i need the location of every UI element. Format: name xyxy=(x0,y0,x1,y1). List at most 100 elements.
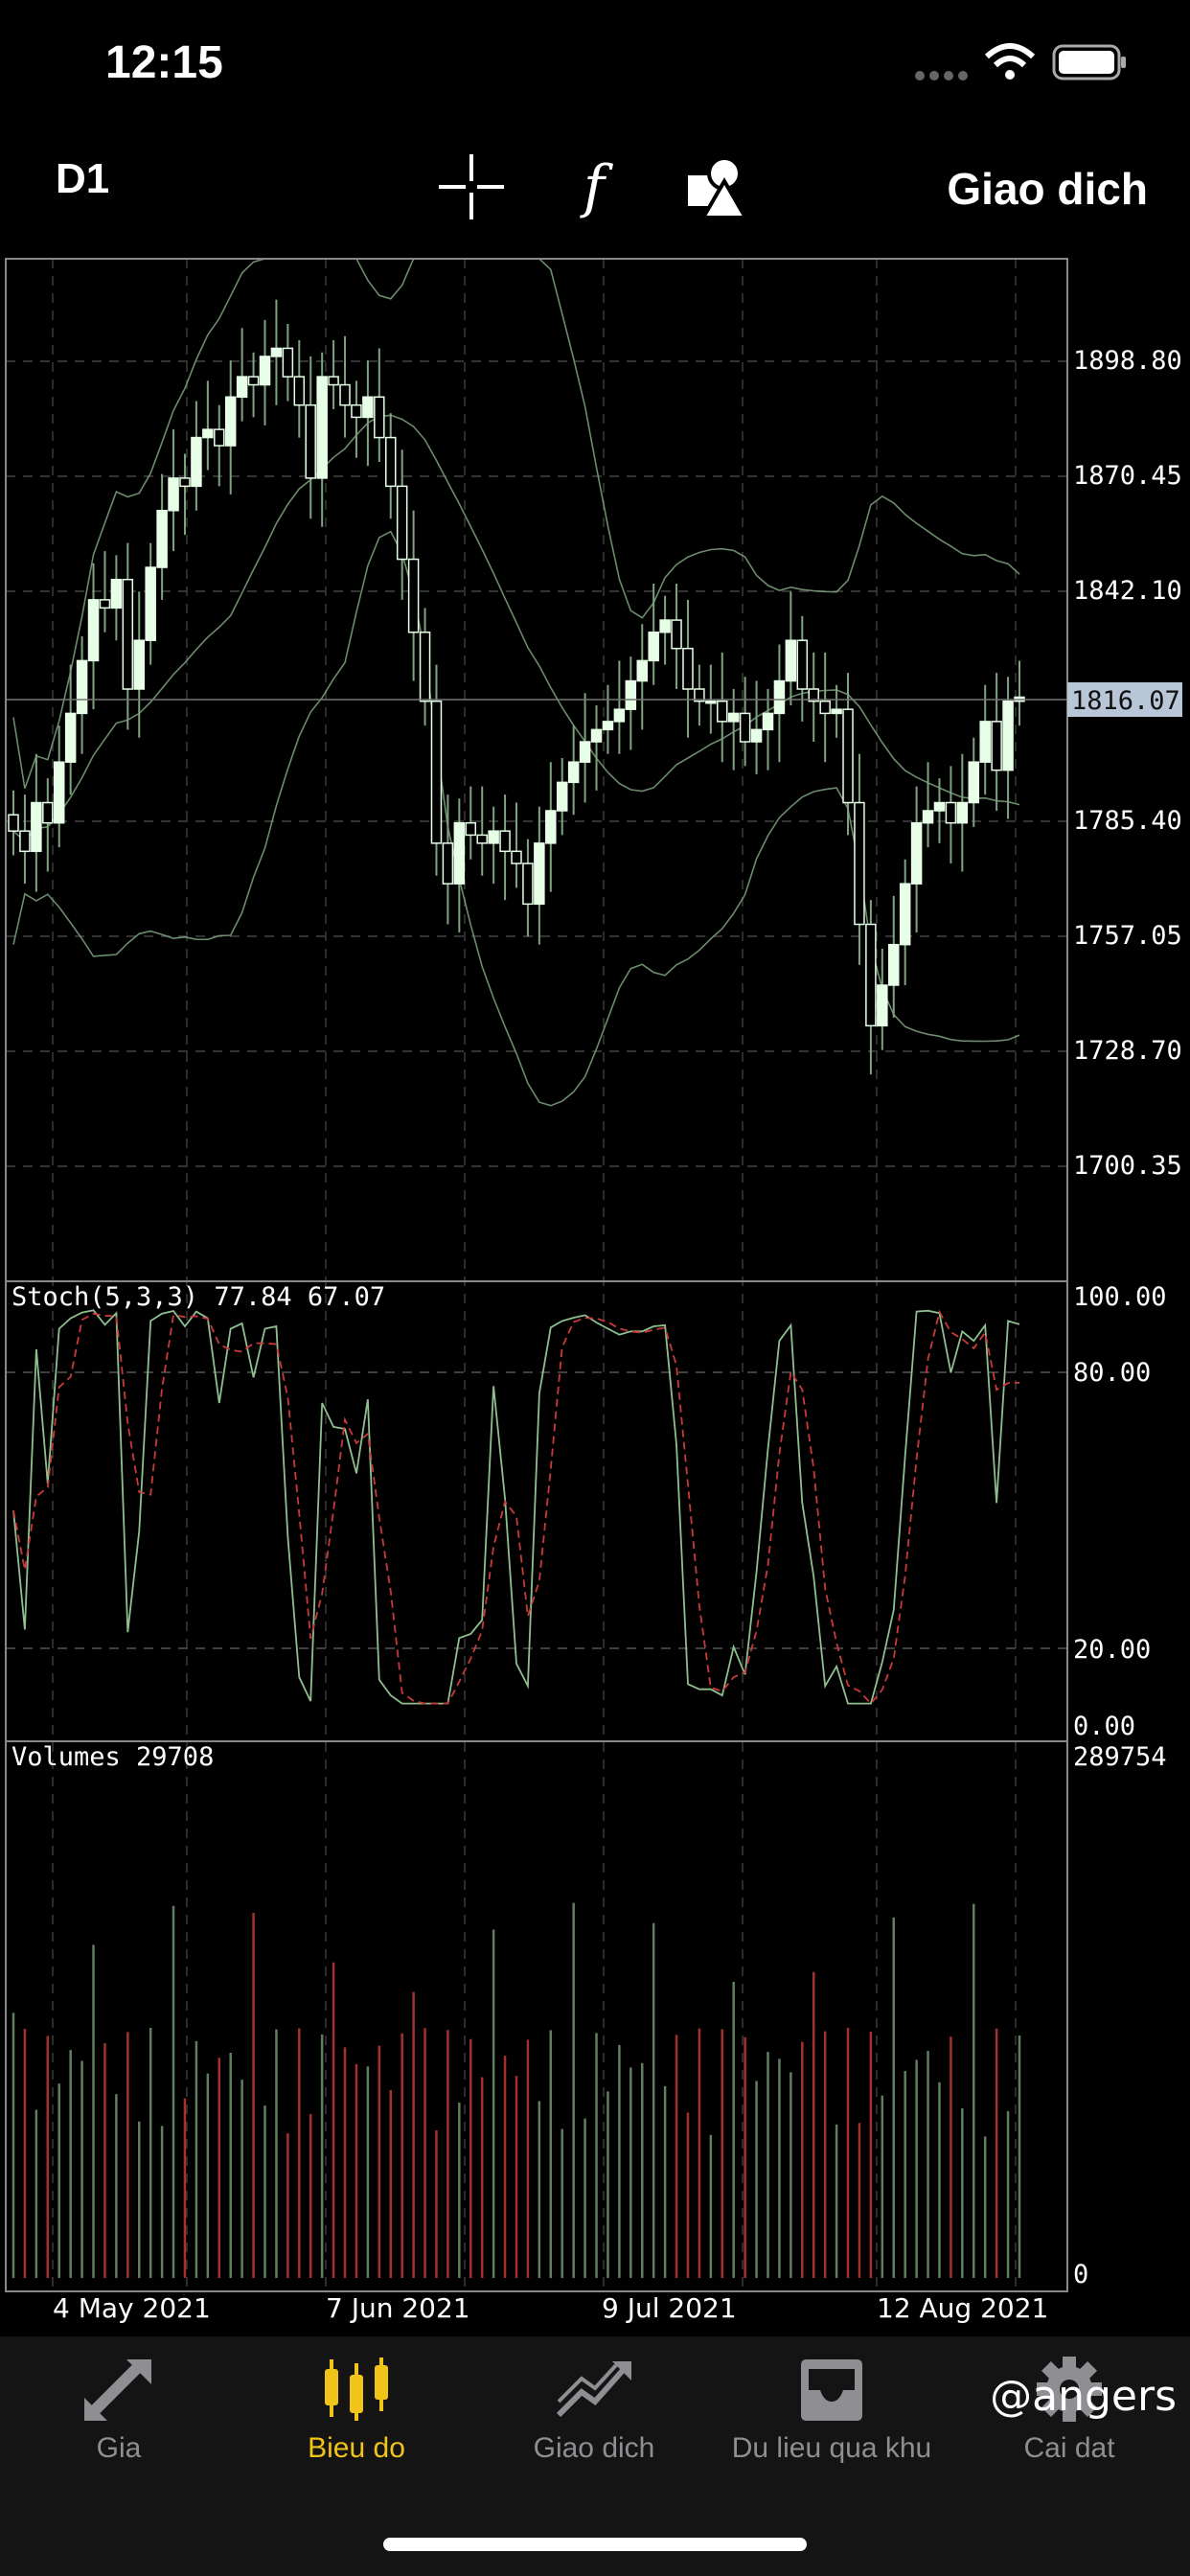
stoch-label: Stoch(5,3,3) 77.84 67.07 xyxy=(11,1282,385,1312)
candle-body xyxy=(1002,700,1014,771)
tab-label: Du lieu qua khu xyxy=(731,2432,932,2464)
candle-body xyxy=(682,647,694,690)
candle-body xyxy=(842,708,854,804)
candle-body xyxy=(567,761,580,784)
candle-body xyxy=(76,659,88,715)
trade-button[interactable]: Giao dich xyxy=(947,163,1148,215)
status-time: 12:15 xyxy=(105,37,223,88)
candle-body xyxy=(945,801,957,824)
chart-toolbar: D1 f Giao dich xyxy=(0,134,1190,254)
stoch-tick: 80.00 xyxy=(1073,1358,1151,1388)
candle-body xyxy=(145,566,156,641)
candle-body xyxy=(99,599,111,610)
candle-body xyxy=(19,830,31,853)
price-tick: 1870.45 xyxy=(1073,461,1182,491)
candle-body xyxy=(110,578,123,610)
battery-icon xyxy=(1052,44,1126,80)
shapes-icon[interactable] xyxy=(678,149,755,225)
candle-body xyxy=(53,761,65,824)
watermark: @angers xyxy=(990,2372,1177,2421)
candle-body xyxy=(590,728,603,743)
price-tick: 1898.80 xyxy=(1073,346,1182,376)
tab-history[interactable]: Du lieu qua khu xyxy=(717,2356,947,2499)
candle-body xyxy=(316,376,328,479)
price-tick: 1757.05 xyxy=(1073,921,1182,951)
candle-body xyxy=(305,403,316,479)
candle-body xyxy=(453,821,466,885)
candle-body xyxy=(362,396,374,419)
candle-body xyxy=(168,477,179,512)
stoch-tick: 20.00 xyxy=(1073,1635,1151,1665)
candle-body xyxy=(191,436,202,488)
band-middle xyxy=(12,414,1020,842)
inbox-icon xyxy=(801,2359,862,2421)
candle-body xyxy=(522,862,534,906)
candle-body xyxy=(156,510,168,568)
tab-label: Bieu do xyxy=(308,2432,405,2464)
candle-body xyxy=(122,578,134,690)
current-price-label: 1816.07 xyxy=(1071,686,1180,716)
volume-bars xyxy=(11,1902,1021,2278)
arrows-icon xyxy=(84,2359,151,2421)
candle-body xyxy=(636,659,648,682)
candle-body xyxy=(133,639,145,690)
volume-tick: 289754 xyxy=(1073,1742,1167,1772)
stoch-signal-line xyxy=(12,1309,1020,1705)
candle-body xyxy=(854,801,865,926)
candle-body xyxy=(739,712,751,743)
timeframe-button[interactable]: D1 xyxy=(56,155,109,203)
candle-body xyxy=(339,383,351,406)
candle-body xyxy=(968,761,980,804)
candle-body xyxy=(991,721,1002,771)
candle-body xyxy=(282,347,294,378)
candle-body xyxy=(888,943,900,986)
candle-body xyxy=(602,721,614,731)
date-tick: 9 Jul 2021 xyxy=(602,2292,737,2324)
candle-body xyxy=(659,619,671,633)
cellular-signal-icon xyxy=(915,71,968,80)
candle-body xyxy=(8,814,19,832)
volume-label: Volumes 29708 xyxy=(11,1742,214,1772)
candle-body xyxy=(224,396,237,447)
tab-trade[interactable]: Giao dich xyxy=(479,2356,709,2499)
candle-body xyxy=(796,639,809,690)
price-tick: 1785.40 xyxy=(1073,806,1182,836)
date-tick: 12 Aug 2021 xyxy=(877,2292,1048,2324)
tab-label: Gia xyxy=(96,2432,142,2464)
stoch-tick: 100.00 xyxy=(1073,1282,1167,1312)
candle-body xyxy=(762,712,774,731)
wifi-icon xyxy=(985,43,1035,80)
crosshair-icon[interactable] xyxy=(433,149,510,225)
candle-body xyxy=(64,712,77,763)
candle-body xyxy=(785,639,797,682)
candle-body xyxy=(773,679,786,715)
trend-icon xyxy=(556,2361,631,2418)
volume-panel-frame xyxy=(5,1740,1068,2292)
candle-body xyxy=(648,632,659,662)
tab-label: Giao dich xyxy=(533,2432,655,2464)
tab-chart[interactable]: Bieu do xyxy=(241,2356,471,2499)
home-indicator[interactable] xyxy=(383,2538,807,2551)
price-tick: 1842.10 xyxy=(1073,576,1182,606)
price-chart[interactable]: 1898.80 1870.45 1842.10 1785.40 1757.05 … xyxy=(0,254,1190,2336)
function-icon[interactable]: f xyxy=(556,149,632,225)
candle-body xyxy=(556,781,568,812)
candle-body xyxy=(625,679,637,710)
candle-body xyxy=(819,700,831,715)
candlesticks xyxy=(8,299,1025,1075)
candle-body xyxy=(922,810,934,824)
candle-body xyxy=(42,801,54,824)
tab-price[interactable]: Gia xyxy=(4,2356,234,2499)
candle-body xyxy=(579,741,591,763)
candle-body xyxy=(899,883,911,946)
price-tick: 1728.70 xyxy=(1073,1036,1182,1066)
candle-body xyxy=(430,700,443,844)
stochastic-oscillator xyxy=(12,1309,1020,1705)
candle-body xyxy=(202,428,214,439)
candle-body xyxy=(259,356,271,386)
candle-body xyxy=(419,632,431,702)
candle-body xyxy=(545,810,557,844)
stoch-tick: 0.00 xyxy=(1073,1712,1135,1741)
candle-body xyxy=(727,712,740,723)
candle-body xyxy=(407,558,420,633)
